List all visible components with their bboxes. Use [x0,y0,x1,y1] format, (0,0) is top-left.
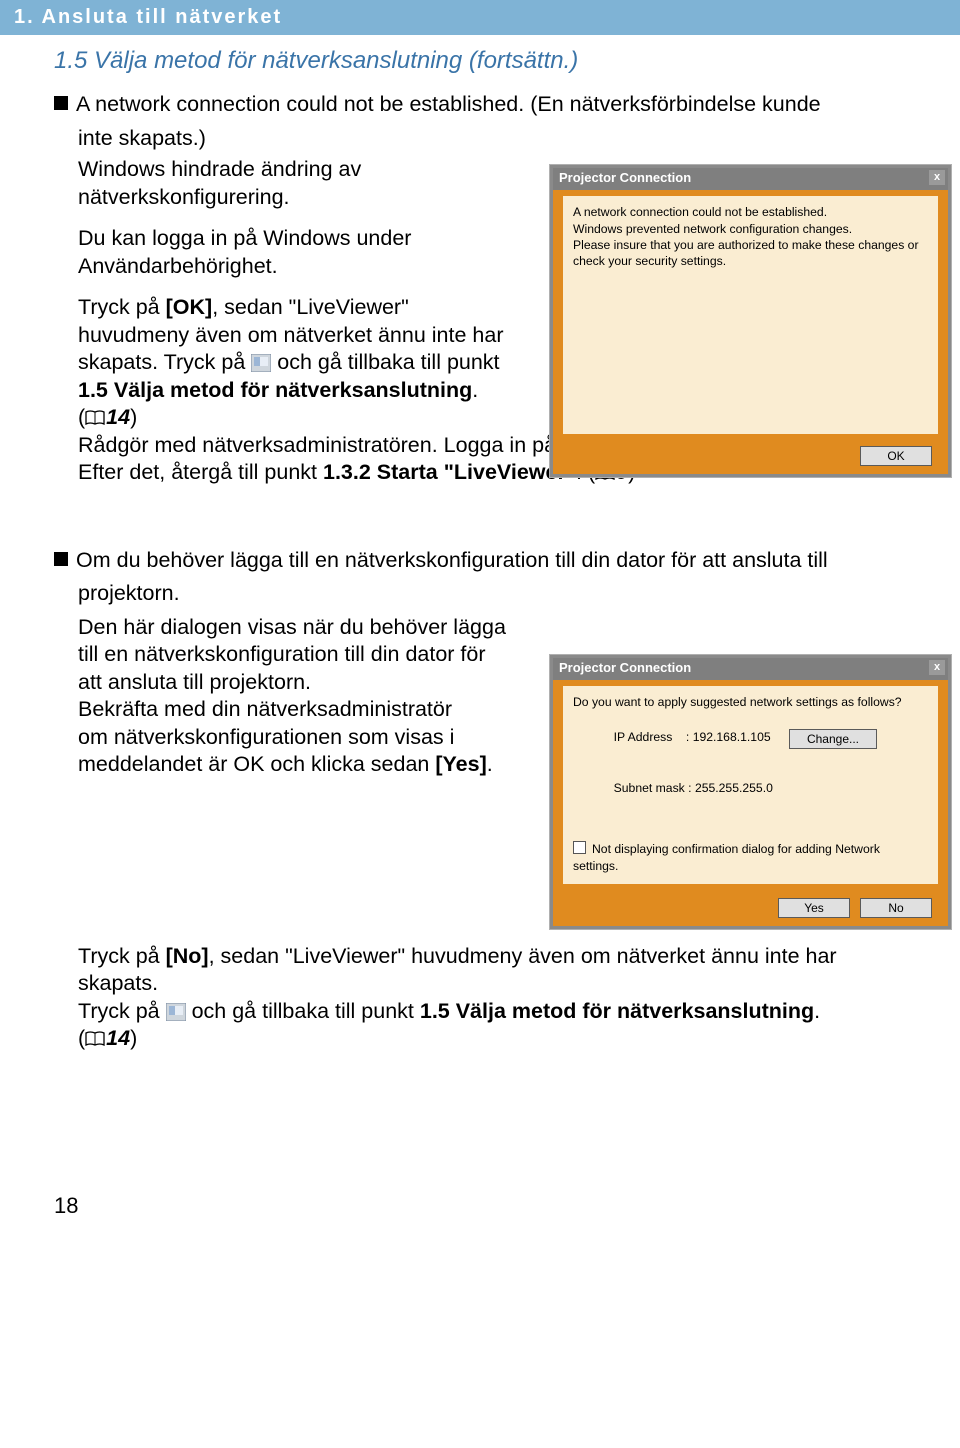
bullet1-text-b: inte skapats.) [78,125,906,153]
s1-p3c-pre: skapats. Tryck på [78,350,251,374]
s3-ref-open: ( [78,1026,85,1050]
dialog2-question: Do you want to apply suggested network s… [573,694,928,710]
book-icon [85,1031,105,1047]
dialog1-title: Projector Connection [559,170,691,185]
s3-no-ref: [No] [166,944,209,968]
dialog1-line1: A network connection could not be establ… [573,204,928,220]
s3-p2-mid: och gå tillbaka till punkt [186,999,420,1023]
s3-p2-pre: Tryck på [78,999,166,1023]
s1-p5-bold: 1.3.2 Starta "LiveViewer" [323,460,576,484]
square-bullet-icon [54,96,68,110]
page-number: 18 [54,1193,906,1219]
projector-connection-dialog-confirm: Projector Connection x Do you want to ap… [550,655,951,929]
s3-ref-close: ) [130,1026,137,1050]
ip-value: 192.168.1.105 [693,730,771,744]
s3-p1b: skapats. [78,971,158,995]
s3-p2-bold: 1.5 Välja metod för nätverksanslutning [420,999,814,1023]
dialog2-title: Projector Connection [559,660,691,675]
ok-button[interactable]: OK [860,446,932,466]
s1-p2a: Du kan logga in på Windows under [78,226,411,250]
change-button[interactable]: Change... [789,729,877,749]
mask-value: 255.255.255.0 [695,781,773,795]
s1-p3d-bold: 1.5 Välja metod för nätverksanslutning [78,378,472,402]
bullet2-text-a: Om du behöver lägga till en nätverkskonf… [76,548,828,572]
square-bullet-icon [54,552,68,566]
s3-p2-post: . [814,999,820,1023]
s1-p3a-post: , sedan "LiveViewer" [212,295,409,319]
projector-connection-dialog-error: Projector Connection x A network connect… [550,165,951,477]
s3-p1-pre: Tryck på [78,944,166,968]
s1-p3c-post: och gå tillbaka till punkt [271,350,499,374]
s1-p3a-pre: Tryck på [78,295,166,319]
dialog1-line3: Please insure that you are authorized to… [573,237,928,253]
close-icon[interactable]: x [929,170,945,185]
s2-p1a: Den här dialogen visas när du behöver lä… [78,615,506,639]
s2-p2c-post: . [487,752,493,776]
s2-p1c: att ansluta till projektorn. [78,670,311,694]
no-button[interactable]: No [860,898,932,918]
dialog1-titlebar: Projector Connection x [553,168,948,190]
section-header: 1. Ansluta till nätverket [0,0,960,35]
ref14-open: ( [78,405,85,429]
dialog2-titlebar: Projector Connection x [553,658,948,680]
s2-p2c-pre: meddelandet är OK och klicka sedan [78,752,435,776]
s1-p2b: Användarbehörighet. [78,254,278,278]
s1-p3b: huvudmeny även om nätverket ännu inte ha… [78,323,504,347]
mask-label: Subnet mask : [614,781,692,795]
s2-p2a: Bekräfta med din nätverksadministratör [78,697,452,721]
book-icon [85,410,105,426]
s3-ref-num: 14 [106,1026,130,1050]
s1-p3d-post: . [472,378,478,402]
s1-p5-pre: Efter det, återgå till punkt [78,460,323,484]
s3-p1-post: , sedan "LiveViewer" huvudmeny även om n… [209,944,837,968]
ref14-close: ) [130,405,137,429]
s1-p1b: nätverkskonfigurering. [78,185,290,209]
s1-ok-ref: [OK] [166,295,213,319]
s2-yes-ref: [Yes] [435,752,486,776]
suppress-dialog-checkbox[interactable] [573,841,586,854]
s2-p1b: till en nätverkskonfiguration till din d… [78,642,486,666]
bullet1-text-a: A network connection could not be establ… [76,92,821,116]
s2-p2b: om nätverkskonfigurationen som visas i [78,725,454,749]
ip-label: IP Address : [614,730,690,744]
close-icon[interactable]: x [929,660,945,675]
dialog1-line2: Windows prevented network configuration … [573,221,928,237]
ref14-num: 14 [106,405,130,429]
liveviewer-app-icon [251,354,271,372]
subsection-title: 1.5 Välja metod för nätverksanslutning (… [54,47,906,75]
bullet2-text-b: projektorn. [78,580,906,608]
liveviewer-app-icon [166,1003,186,1021]
checkbox-label: Not displaying confirmation dialog for a… [573,842,880,872]
yes-button[interactable]: Yes [778,898,850,918]
dialog1-line4: check your security settings. [573,253,928,269]
s1-p1a: Windows hindrade ändring av [78,157,361,181]
